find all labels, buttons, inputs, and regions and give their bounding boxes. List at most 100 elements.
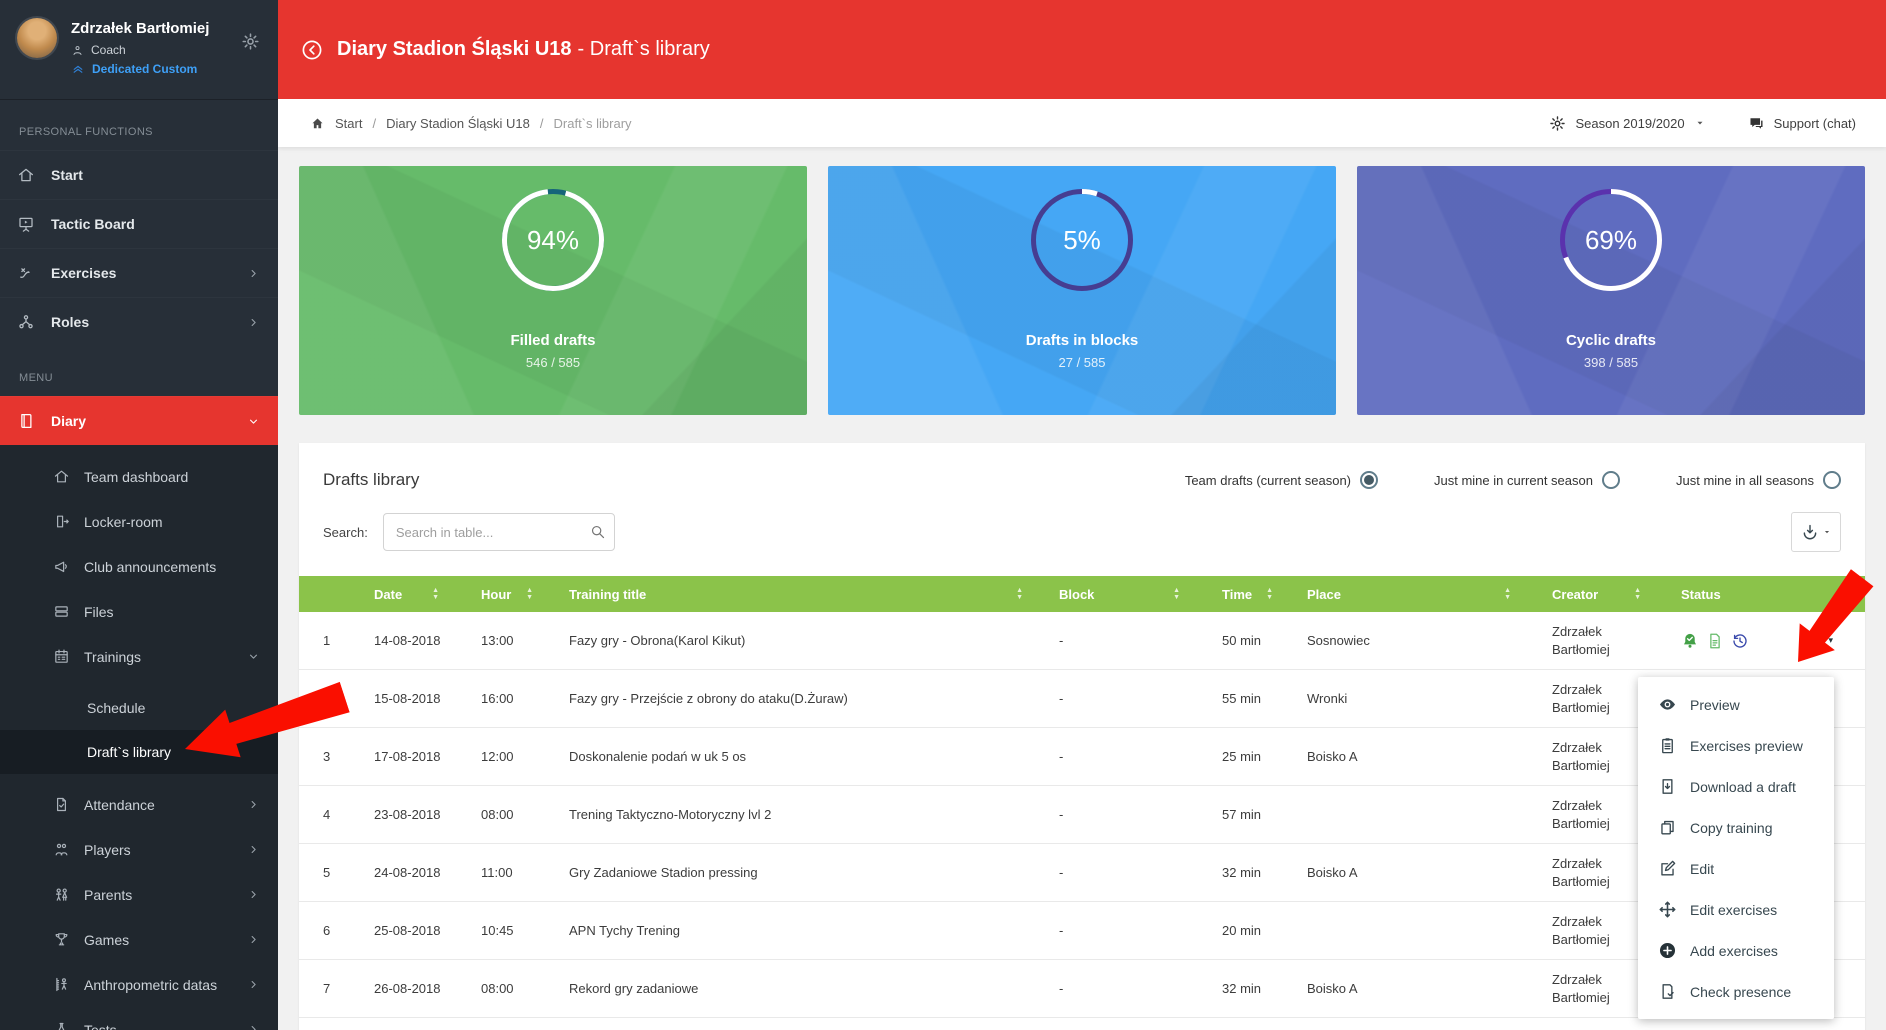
search-box bbox=[382, 513, 615, 551]
radio-icon[interactable] bbox=[1601, 471, 1620, 489]
plus-circle-icon bbox=[1658, 941, 1677, 960]
sidebar-item-anthropometric-datas[interactable]: Anthropometric datas bbox=[0, 962, 278, 1007]
menu-item-add-exercises[interactable]: Add exercises bbox=[1638, 930, 1834, 971]
profile-settings-icon[interactable] bbox=[241, 32, 260, 51]
page-title: Diary Stadion Śląski U18- Draft`s librar… bbox=[337, 38, 710, 61]
back-icon[interactable] bbox=[300, 38, 324, 62]
menu-item-download-a-draft[interactable]: Download a draft bbox=[1638, 766, 1834, 807]
sidebar-item-start[interactable]: Start bbox=[0, 150, 278, 199]
stat-card-drafts-in-blocks: 5% Drafts in blocks 27 / 585 bbox=[828, 166, 1336, 415]
sort-icon[interactable]: ▲ ▼ bbox=[1173, 587, 1180, 601]
cell-block: - bbox=[1059, 632, 1064, 648]
table-row[interactable]: 7 26-08-2018 08:00 Rekord gry zadaniowe - 32 … bbox=[299, 960, 1865, 1018]
menu-item-edit-exercises[interactable]: Edit exercises bbox=[1638, 889, 1834, 930]
sidebar-item-draft-s-library[interactable]: Draft`s library bbox=[0, 730, 278, 774]
column-label: Place bbox=[1307, 586, 1341, 602]
sort-icon[interactable]: ▲ ▼ bbox=[526, 587, 533, 601]
radio-icon[interactable] bbox=[1360, 471, 1379, 489]
cell-date: 23-08-2018 bbox=[374, 806, 441, 822]
table-row[interactable]: 6 25-08-2018 10:45 APN Tychy Trening - 20 min… bbox=[299, 902, 1865, 960]
filter-team-drafts-current-season[interactable]: Team drafts (current season) bbox=[1185, 471, 1379, 489]
table-row[interactable]: 1 14-08-2018 13:00 Fazy gry - Obrona(Karol … bbox=[299, 612, 1865, 670]
column-header-hour[interactable]: Hour ▲ ▼ bbox=[481, 576, 569, 612]
menu-item-exercises-preview[interactable]: Exercises preview bbox=[1638, 725, 1834, 766]
search-input[interactable] bbox=[382, 513, 615, 551]
sidebar-item-tests[interactable]: Tests bbox=[0, 1007, 278, 1030]
sidebar-item-exercises[interactable]: Exercises bbox=[0, 248, 278, 297]
table-row[interactable]: 5 24-08-2018 11:00 Gry Zadaniowe Stadion pr… bbox=[299, 844, 1865, 902]
user-info: Zdrzałek Bartłomiej Coach Dedicated Cust… bbox=[71, 18, 209, 99]
breadcrumb-item[interactable]: Diary Stadion Śląski U18 bbox=[386, 116, 530, 131]
chev-r-icon bbox=[247, 933, 260, 946]
sidebar-item-roles[interactable]: Roles bbox=[0, 297, 278, 346]
export-button[interactable] bbox=[1791, 512, 1841, 552]
progress-percent: 69% bbox=[1584, 224, 1638, 255]
sidebar-item-players[interactable]: Players bbox=[0, 827, 278, 872]
cell-date: 17-08-2018 bbox=[374, 748, 441, 764]
chev-r-icon bbox=[247, 267, 260, 280]
book-icon bbox=[17, 412, 35, 430]
sidebar-item-tactic-board[interactable]: Tactic Board bbox=[0, 199, 278, 248]
sidebar-item-schedule[interactable]: Schedule bbox=[0, 686, 278, 730]
table-row[interactable]: 2 15-08-2018 16:00 Fazy gry - Przejście z o… bbox=[299, 670, 1865, 728]
table-row[interactable]: 4 23-08-2018 08:00 Trening Taktyczno-Motory… bbox=[299, 786, 1865, 844]
sidebar-item-label: Players bbox=[84, 841, 131, 858]
radio-icon[interactable] bbox=[1823, 471, 1841, 489]
sort-icon[interactable]: ▲ ▼ bbox=[432, 587, 439, 601]
filter-just-mine-in-current-season[interactable]: Just mine in current season bbox=[1434, 471, 1620, 489]
cell-time: 32 min bbox=[1222, 980, 1262, 996]
cell-num: 1 bbox=[323, 632, 331, 648]
sidebar-item-games[interactable]: Games bbox=[0, 917, 278, 962]
user-plan[interactable]: Dedicated Custom bbox=[71, 62, 209, 76]
cell-time: 32 min bbox=[1222, 864, 1262, 880]
sidebar-item-attendance[interactable]: Attendance bbox=[0, 782, 278, 827]
caret-down-icon: ▾ bbox=[1828, 635, 1833, 646]
menu-item-preview[interactable]: Preview bbox=[1638, 684, 1834, 725]
menu-item-label: Edit bbox=[1690, 860, 1715, 877]
sort-icon[interactable]: ▲ ▼ bbox=[1634, 587, 1641, 601]
sidebar-item-label: Trainings bbox=[84, 648, 142, 665]
menu-item-edit[interactable]: Edit bbox=[1638, 848, 1834, 889]
sidebar-item-club-announcements[interactable]: Club announcements bbox=[0, 544, 278, 589]
menu-item-copy-training[interactable]: Copy training bbox=[1638, 807, 1834, 848]
sidebar-item-locker-room[interactable]: Locker-room bbox=[0, 499, 278, 544]
sort-icon[interactable]: ▲ ▼ bbox=[1504, 587, 1511, 601]
sidebar-item-diary[interactable]: Diary bbox=[0, 396, 278, 445]
sidebar-item-parents[interactable]: Parents bbox=[0, 872, 278, 917]
column-header-title[interactable]: Training title ▲ ▼ bbox=[569, 576, 1059, 612]
filter-just-mine-in-all-seasons[interactable]: Just mine in all seasons bbox=[1676, 471, 1841, 489]
sidebar-item-trainings[interactable]: Trainings bbox=[0, 634, 278, 679]
sidebar-item-label: Exercises bbox=[51, 265, 117, 281]
cell-status: ▾ bbox=[1657, 631, 1865, 651]
breadcrumb-item[interactable]: Start bbox=[335, 116, 362, 131]
sort-icon[interactable]: ▲ ▼ bbox=[1016, 587, 1023, 601]
column-header-creator[interactable]: Creator ▲ ▼ bbox=[1527, 576, 1657, 612]
cell-creator: Zdrzałek Bartłomiej bbox=[1552, 623, 1610, 657]
user-role: Coach bbox=[71, 43, 209, 57]
column-header-place[interactable]: Place ▲ ▼ bbox=[1307, 576, 1527, 612]
attendance-icon bbox=[53, 796, 70, 813]
calendar-icon bbox=[53, 648, 70, 665]
row-actions-menu-button[interactable]: ▾ bbox=[1806, 631, 1833, 651]
download-doc-icon bbox=[1658, 777, 1677, 796]
sidebar-item-label: Tests bbox=[84, 1021, 117, 1030]
sidebar-item-files[interactable]: Files bbox=[0, 589, 278, 634]
support-chat-button[interactable]: Support (chat) bbox=[1748, 115, 1856, 132]
sort-icon[interactable]: ▲ ▼ bbox=[1266, 587, 1273, 601]
sidebar-item-team-dashboard[interactable]: Team dashboard bbox=[0, 454, 278, 499]
season-selector[interactable]: Season 2019/2020 bbox=[1549, 115, 1705, 132]
export-icon bbox=[1801, 523, 1819, 541]
menu-item-check-presence[interactable]: Check presence bbox=[1638, 971, 1834, 1012]
sidebar-item-label: Files bbox=[84, 603, 114, 620]
column-header-time[interactable]: Time ▲ ▼ bbox=[1222, 576, 1307, 612]
column-header-date[interactable]: Date ▲ ▼ bbox=[374, 576, 481, 612]
column-header-block[interactable]: Block ▲ ▼ bbox=[1059, 576, 1222, 612]
table-row[interactable]: 3 17-08-2018 12:00 Doskonalenie podań w uk … bbox=[299, 728, 1865, 786]
stat-cards: 94% Filled drafts 546 / 585 5% Drafts in blo… bbox=[299, 166, 1865, 415]
door-icon bbox=[53, 513, 70, 530]
user-profile[interactable]: Zdrzałek Bartłomiej Coach Dedicated Cust… bbox=[0, 0, 278, 100]
sidebar-item-label: Tactic Board bbox=[51, 216, 135, 232]
sidebar-section-personal: PERSONAL FUNCTIONS bbox=[19, 126, 153, 138]
exercises-icon bbox=[17, 264, 35, 282]
breadcrumb-item[interactable]: Draft`s library bbox=[554, 116, 632, 131]
